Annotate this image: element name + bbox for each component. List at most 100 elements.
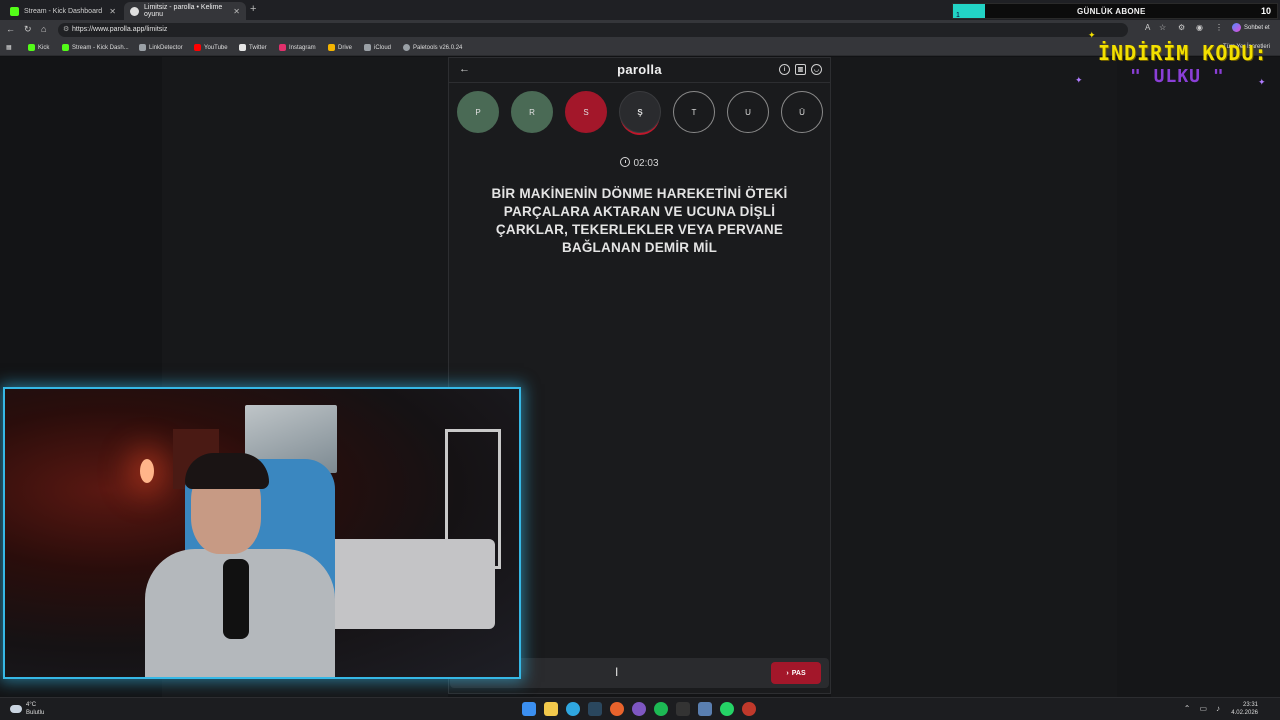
bookmark-label: Stream - Kick Dash... xyxy=(72,44,129,51)
bookmark-item[interactable]: Paletools v26.0.24 xyxy=(403,44,462,51)
bookmarks-bar: ▦ Kick Stream - Kick Dash... LinkDetecto… xyxy=(0,40,1280,56)
user-icon[interactable]: ◡ xyxy=(811,64,822,75)
app-icon[interactable] xyxy=(676,702,690,716)
letter-bubble: T xyxy=(673,91,715,133)
stats-icon[interactable]: ▥ xyxy=(795,64,806,75)
instagram-icon xyxy=(279,44,286,51)
volume-icon[interactable]: ♪ xyxy=(1216,704,1220,713)
weather-widget[interactable]: 4°C Bulutlu xyxy=(10,701,44,717)
bookmark-label: Twitter xyxy=(249,44,267,51)
edge-icon[interactable] xyxy=(566,702,580,716)
bookmark-item[interactable]: Instagram xyxy=(279,44,316,51)
bookmark-star-icon[interactable]: ☆ xyxy=(1159,23,1166,32)
bookmark-item[interactable]: YouTube xyxy=(194,44,228,51)
promo-code: " ULKU " xyxy=(1130,66,1225,87)
steam-icon[interactable] xyxy=(588,702,602,716)
icloud-icon xyxy=(364,44,371,51)
reload-icon[interactable]: ↻ xyxy=(24,24,32,35)
app-header: ← parolla i ▥ ◡ xyxy=(449,58,830,83)
weather-desc: Bulutlu xyxy=(26,710,45,716)
bookmark-label: Paletools v26.0.24 xyxy=(413,44,463,51)
chevron-up-icon[interactable]: ⌃ xyxy=(1184,704,1191,713)
tab-kick-dashboard[interactable]: Stream - Kick Dashboard ✕ xyxy=(4,2,122,20)
question-text: BİR MAKİNENİN DÖNME HAREKETİNİ ÖTEKİ PAR… xyxy=(491,186,788,255)
sparkle-icon: ✦ xyxy=(1258,77,1266,87)
page-side-far-right xyxy=(1117,57,1280,697)
bookmark-item[interactable]: Kick xyxy=(28,44,49,51)
chat-button[interactable]: Sohbet et xyxy=(1232,23,1270,32)
tab-title: Limitsiz - parolla • Kelime oyunu xyxy=(144,4,223,18)
spotify-icon[interactable] xyxy=(654,702,668,716)
app-logo: parolla xyxy=(617,62,662,77)
url-input[interactable]: ⚙ https://www.parolla.app/limitsiz xyxy=(58,23,1128,37)
bookmark-label: Kick xyxy=(38,44,50,51)
promo-title: İNDİRİM KODU: xyxy=(1098,41,1268,65)
bookmark-item[interactable]: Drive xyxy=(328,44,352,51)
file-explorer-icon[interactable] xyxy=(544,702,558,716)
header-actions: i ▥ ◡ xyxy=(779,64,822,75)
chrome-icon[interactable] xyxy=(742,702,756,716)
bookmark-item[interactable]: Stream - Kick Dash... xyxy=(62,44,129,51)
bookmark-label: iCloud xyxy=(374,44,392,51)
timer: 02:03 xyxy=(449,157,830,169)
sparkle-icon: ✦ xyxy=(1088,30,1096,40)
browser-icon[interactable] xyxy=(610,702,624,716)
clock-icon xyxy=(620,157,631,167)
info-icon[interactable]: i xyxy=(779,64,790,75)
new-tab-button[interactable]: + xyxy=(250,3,256,15)
letter-bubble: U xyxy=(727,91,769,133)
whatsapp-icon[interactable] xyxy=(720,702,734,716)
letter-bubble: Ü xyxy=(781,91,823,133)
bookmark-label: LinkDetector xyxy=(149,44,183,51)
bookmark-label: Instagram xyxy=(289,44,316,51)
daily-sub-goal-bar: 1 GÜNLÜK ABONE 10 xyxy=(952,3,1278,19)
chat-icon xyxy=(1232,23,1241,32)
close-tab-icon[interactable]: ✕ xyxy=(233,7,240,16)
back-icon[interactable]: ← xyxy=(6,24,15,34)
sub-goal-label: GÜNLÜK ABONE xyxy=(1077,7,1146,16)
extensions-icon[interactable]: ⚙ xyxy=(1178,23,1185,32)
chat-label: Sohbet et xyxy=(1244,24,1270,31)
bookmark-label: Drive xyxy=(338,44,353,51)
obs-icon[interactable] xyxy=(632,702,646,716)
letter-bubble-current: Ş xyxy=(619,91,661,133)
url-text: https://www.parolla.app/limitsiz xyxy=(72,26,168,33)
bookmark-item[interactable]: iCloud xyxy=(364,44,391,51)
site-info-icon[interactable]: ⚙ xyxy=(63,25,69,33)
sub-goal-target: 10 xyxy=(1260,6,1271,16)
cloud-icon xyxy=(10,705,22,713)
close-tab-icon[interactable]: ✕ xyxy=(109,7,116,16)
page-side-right xyxy=(831,57,1117,697)
youtube-icon xyxy=(194,44,201,51)
weather-temp: 4°C xyxy=(26,702,37,708)
settings-icon[interactable] xyxy=(698,702,712,716)
bookmark-label: YouTube xyxy=(204,44,228,51)
time: 23:31 xyxy=(1242,702,1258,708)
globe-icon xyxy=(403,44,410,51)
taskbar-clock[interactable]: 23:31 4.02.2026 xyxy=(1231,701,1258,717)
network-icon[interactable]: ▭ xyxy=(1199,704,1207,713)
taskbar: 4°C Bulutlu ⌃ ▭ ♪ 23:31 4.02.2026 xyxy=(0,697,1280,720)
letter-bubble: P xyxy=(457,91,499,133)
tab-parolla[interactable]: Limitsiz - parolla • Kelime oyunu ✕ xyxy=(124,2,246,20)
x-twitter-icon xyxy=(239,44,246,51)
pass-button[interactable]: › PAS xyxy=(771,662,821,684)
sofa xyxy=(325,539,495,629)
tab-title: Stream - Kick Dashboard xyxy=(24,7,103,15)
lamp xyxy=(140,459,154,483)
home-icon[interactable]: ⌂ xyxy=(41,24,46,34)
link-icon xyxy=(139,44,146,51)
webcam-overlay xyxy=(3,387,521,679)
apps-icon[interactable]: ▦ xyxy=(6,44,12,51)
pass-label: PAS xyxy=(791,669,806,677)
drive-icon xyxy=(328,44,335,51)
bookmark-item[interactable]: Twitter xyxy=(239,44,267,51)
translate-icon[interactable]: A xyxy=(1145,23,1150,32)
microphone xyxy=(223,559,249,639)
bookmark-item[interactable]: LinkDetector xyxy=(139,44,183,51)
windows-start-icon[interactable] xyxy=(522,702,536,716)
kick-icon xyxy=(62,44,69,51)
profile-avatar-icon[interactable]: ◉ xyxy=(1196,23,1203,32)
timer-value: 02:03 xyxy=(633,158,659,169)
menu-icon[interactable]: ⋮ xyxy=(1215,23,1223,32)
